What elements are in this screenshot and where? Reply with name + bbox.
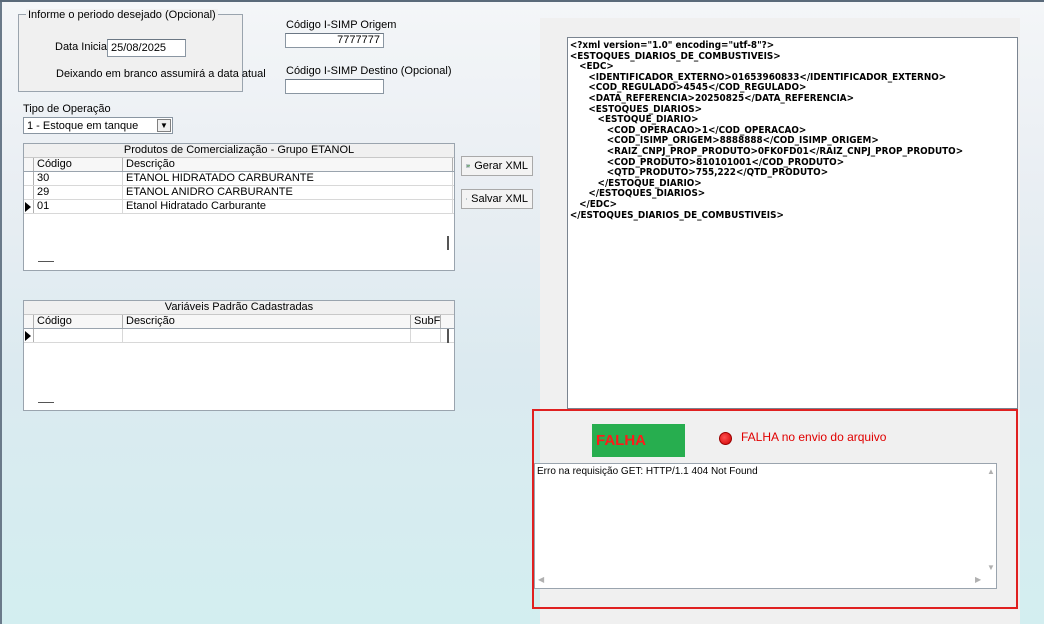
products-grid: Produtos de Comercialização - Grupo ETAN… <box>23 143 455 271</box>
column-header-subfo[interactable]: SubFo <box>411 315 441 328</box>
start-date-label: Data Inicial <box>55 41 110 53</box>
xml-output-textarea[interactable]: <?xml version="1.0" encoding="utf-8"?> <… <box>567 37 1018 409</box>
save-disk-icon <box>466 198 468 200</box>
vertical-scrollbar[interactable] <box>447 236 449 250</box>
current-row-arrow-icon <box>25 202 31 212</box>
column-header-code[interactable]: Código <box>34 158 123 171</box>
period-group-label: Informe o periodo desejado (Opcional) <box>26 9 218 21</box>
status-message: FALHA no envio do arquivo <box>741 430 887 444</box>
scroll-down-icon[interactable]: ▼ <box>987 563 995 572</box>
status-badge: FALHA <box>592 424 685 457</box>
xml-output-text: <?xml version="1.0" encoding="utf-8"?> <… <box>569 40 964 221</box>
window-top-border <box>0 0 1044 2</box>
row-description: ETANOL ANIDRO CARBURANTE <box>123 186 453 199</box>
operation-select[interactable]: 1 - Estoque em tanque ▼ <box>23 117 173 134</box>
start-date-input[interactable]: 25/08/2025 <box>107 39 186 57</box>
gear-document-icon <box>466 164 470 168</box>
row-description: ETANOL HIDRATADO CARBURANTE <box>123 172 453 185</box>
column-header-code[interactable]: Código <box>34 315 123 328</box>
window-left-border <box>0 2 2 624</box>
products-grid-header: Código Descrição <box>24 158 454 172</box>
save-xml-button[interactable]: Salvar XML <box>461 189 533 209</box>
horizontal-scrollbar[interactable] <box>38 261 54 262</box>
table-row[interactable]: 29 ETANOL ANIDRO CARBURANTE <box>24 186 454 200</box>
destination-label: Código I-SIMP Destino (Opcional) <box>286 65 452 77</box>
row-code: 01 <box>34 200 123 213</box>
scroll-up-icon[interactable]: ▲ <box>987 467 995 476</box>
row-description: Etanol Hidratado Carburante <box>123 200 453 213</box>
chevron-down-icon[interactable]: ▼ <box>157 119 171 132</box>
table-row-empty[interactable] <box>24 329 454 343</box>
variables-grid: Variáveis Padrão Cadastradas Código Desc… <box>23 300 455 411</box>
column-header-description[interactable]: Descrição <box>123 315 411 328</box>
horizontal-scrollbar[interactable] <box>38 402 54 403</box>
generate-xml-button[interactable]: Gerar XML <box>461 156 533 176</box>
row-code: 30 <box>34 172 123 185</box>
origin-input[interactable]: 7777777 <box>285 33 384 48</box>
variables-grid-title: Variáveis Padrão Cadastradas <box>24 301 454 315</box>
table-row-selected[interactable]: 01 Etanol Hidratado Carburante <box>24 200 454 214</box>
period-hint: Deixando em branco assumirá a data atual <box>56 68 266 80</box>
table-row[interactable]: 30 ETANOL HIDRATADO CARBURANTE <box>24 172 454 186</box>
save-xml-label: Salvar XML <box>471 193 528 205</box>
error-log-text: Erro na requisição GET: HTTP/1.1 404 Not… <box>537 466 758 477</box>
destination-input[interactable] <box>285 79 384 94</box>
error-dot-icon <box>719 432 732 445</box>
scroll-left-icon[interactable]: ◀ <box>538 575 544 584</box>
row-code: 29 <box>34 186 123 199</box>
column-header-description[interactable]: Descrição <box>123 158 453 171</box>
current-row-arrow-icon <box>25 331 31 341</box>
operation-label: Tipo de Operação <box>23 103 111 115</box>
scroll-right-icon[interactable]: ▶ <box>975 575 981 584</box>
products-grid-title: Produtos de Comercialização - Grupo ETAN… <box>24 144 454 158</box>
generate-xml-label: Gerar XML <box>474 160 528 172</box>
origin-label: Código I-SIMP Origem <box>286 19 397 31</box>
variables-grid-header: Código Descrição SubFo <box>24 315 454 329</box>
vertical-scrollbar[interactable] <box>447 329 449 343</box>
operation-selected-value: 1 - Estoque em tanque <box>27 120 139 132</box>
error-log-textarea[interactable] <box>534 463 997 589</box>
